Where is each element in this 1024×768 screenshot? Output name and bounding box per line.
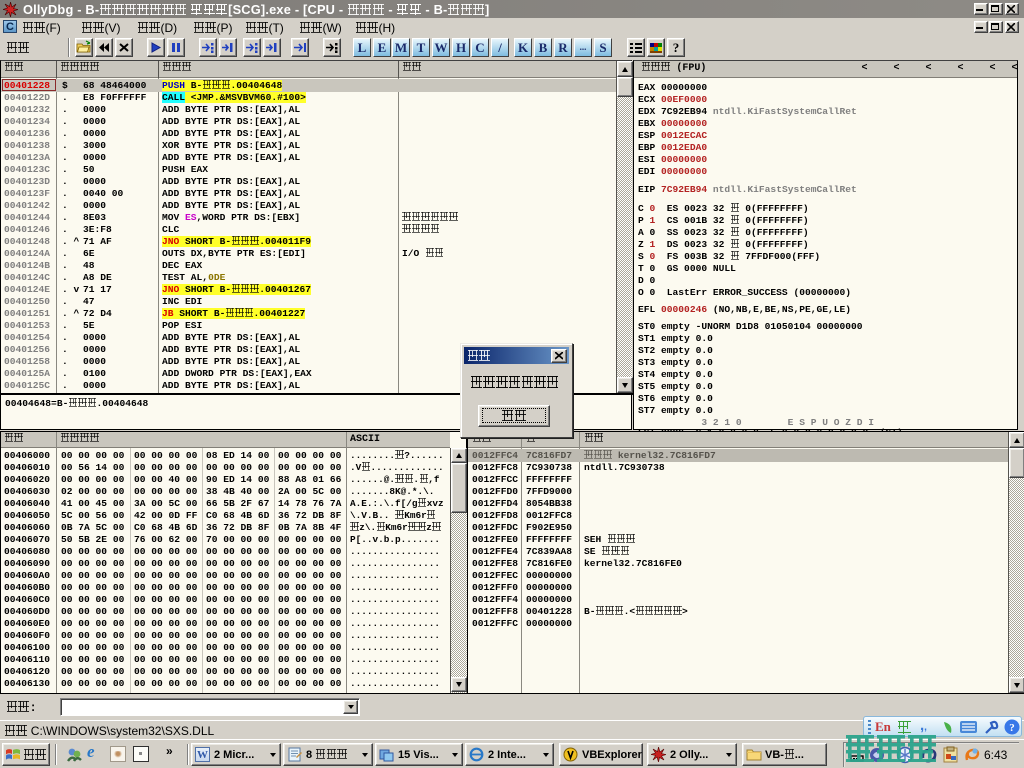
svg-text:?: ?	[1009, 722, 1015, 734]
